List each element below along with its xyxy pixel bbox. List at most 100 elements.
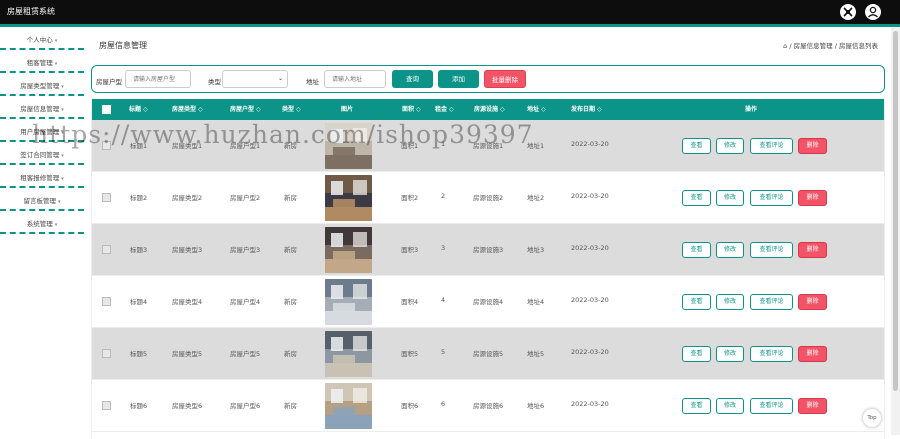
sidebar-item-system[interactable]: 系统管理 ▾ [0,214,84,234]
table-row[interactable]: 标题3 房屋类型3 房屋户型3 新房 面积3 3 房源设施3 地址3 2022-03-20 查看修… [92,224,884,276]
breadcrumb-separator: / [789,42,792,50]
delete-button[interactable]: 删除 [798,242,827,258]
edit-button[interactable]: 修改 [716,294,744,310]
delete-button[interactable]: 删除 [798,138,827,154]
house-photo[interactable] [325,123,372,169]
sidebar-item-user-houses[interactable]: 用户房屋管理 ▾ [0,122,84,142]
view-comments-button[interactable]: 查看评论 [750,346,793,362]
sidebar-item-label: 系统管理 [26,220,53,228]
add-button[interactable]: 添加 [438,70,479,88]
view-comments-button[interactable]: 查看评论 [750,242,793,258]
sidebar-item-profile[interactable]: 个人中心 ▾ [0,30,84,50]
back-to-top-button[interactable]: Top [862,408,882,428]
col-huxing[interactable]: 房屋户型 ◇ [230,99,261,120]
sidebar-item-house-info[interactable]: 房屋信息管理 ▾ [0,99,84,119]
cell-house-type: 房屋类型6 [172,402,203,410]
table-row[interactable]: 标题2 房屋类型2 房屋户型2 新房 面积2 2 房源设施2 地址2 2022-03-20 查看修… [92,172,884,224]
col-facility[interactable]: 房源设施 ◇ [474,99,505,120]
query-button[interactable]: 查询 [392,70,433,88]
cell-facility: 房源设施4 [473,298,504,306]
col-house-type[interactable]: 房屋类型 ◇ [172,99,203,120]
view-comments-button[interactable]: 查看评论 [750,190,793,206]
delete-button[interactable]: 删除 [798,190,827,206]
cell-huxing: 房屋户型1 [230,142,261,150]
view-button[interactable]: 查看 [682,294,711,310]
sidebar-item-contracts[interactable]: 签订合同管理 ▾ [0,145,84,165]
address-search-input[interactable] [324,70,386,88]
view-comments-button[interactable]: 查看评论 [750,398,793,414]
fullscreen-icon[interactable] [840,4,856,20]
view-button[interactable]: 查看 [682,190,711,206]
row-checkbox[interactable] [102,297,111,306]
huxing-label: 房屋户型 [96,78,122,86]
table-row[interactable]: 标题5 房屋类型5 房屋户型5 新房 面积5 5 房源设施5 地址5 2022-03-20 查看修… [92,328,884,380]
scroll-thumb[interactable] [893,31,898,391]
huxing-search-input[interactable] [125,70,191,88]
edit-button[interactable]: 修改 [716,398,744,414]
view-button[interactable]: 查看 [682,138,711,154]
cell-house-type: 房屋类型3 [172,246,203,254]
breadcrumb-item[interactable]: 房屋信息管理 [794,42,833,50]
edit-button[interactable]: 修改 [716,242,744,258]
cell-date: 2022-03-20 [571,296,609,304]
delete-button[interactable]: 删除 [798,346,827,362]
view-button[interactable]: 查看 [682,242,711,258]
vertical-scrollbar[interactable] [891,27,900,435]
house-photo[interactable] [325,331,372,377]
sidebar-item-label: 留言板管理 [23,197,56,205]
col-address[interactable]: 地址 ◇ [527,99,546,120]
cell-address: 地址2 [527,194,545,202]
cell-date: 2022-03-20 [571,140,609,148]
sidebar-item-repairs[interactable]: 租客报修管理 ▾ [0,168,84,188]
view-comments-button[interactable]: 查看评论 [750,294,793,310]
house-photo[interactable] [325,227,372,273]
row-checkbox[interactable] [102,349,111,358]
row-checkbox[interactable] [102,193,111,202]
col-area[interactable]: 面积 ◇ [402,99,421,120]
house-photo[interactable] [325,175,372,221]
delete-button[interactable]: 删除 [798,398,827,414]
cell-facility: 房源设施5 [473,350,504,358]
table-row[interactable]: 标题6 房屋类型6 房屋户型6 新房 面积6 6 房源设施6 地址6 2022-03-20 查看修… [92,380,884,432]
view-button[interactable]: 查看 [682,346,711,362]
edit-button[interactable]: 修改 [716,190,744,206]
main-content: 房屋信息管理 ⌂ / 房屋信息管理 / 房屋信息列表 房屋户型 类型 ⌄ 地址 … [88,27,888,439]
house-photo[interactable] [325,383,372,429]
breadcrumb: ⌂ / 房屋信息管理 / 房屋信息列表 [783,40,878,50]
house-photo[interactable] [325,279,372,325]
row-checkbox[interactable] [102,141,111,150]
row-checkbox[interactable] [102,245,111,254]
col-image: 图片 [341,106,354,113]
cell-area: 面积4 [401,298,419,306]
type-select[interactable]: ⌄ [222,70,288,88]
edit-button[interactable]: 修改 [716,138,744,154]
cell-date: 2022-03-20 [571,192,609,200]
table-header: 标题 ◇ 房屋类型 ◇ 房屋户型 ◇ 类型 ◇ 图片 面积 ◇ 租金 ◇ 房源设… [92,99,884,120]
cell-rent: 5 [441,348,446,356]
sidebar-item-message-board[interactable]: 留言板管理 ▾ [0,191,84,211]
home-icon[interactable]: ⌂ [783,42,787,50]
sidebar-item-label: 签订合同管理 [20,151,60,159]
sidebar-item-tenants[interactable]: 租客管理 ▾ [0,53,84,73]
col-title[interactable]: 标题 ◇ [129,99,148,120]
view-comments-button[interactable]: 查看评论 [750,138,793,154]
cell-date: 2022-03-20 [571,400,609,408]
cell-area: 面积2 [401,194,419,202]
table-row[interactable]: 标题4 房屋类型4 房屋户型4 新房 面积4 4 房源设施4 地址4 2022-03-20 查看修… [92,276,884,328]
delete-button[interactable]: 删除 [798,294,827,310]
row-checkbox[interactable] [102,401,111,410]
cell-huxing: 房屋户型5 [230,350,261,358]
cell-kind: 新房 [284,298,297,306]
cell-kind: 新房 [284,194,297,202]
edit-button[interactable]: 修改 [716,346,744,362]
batch-delete-button[interactable]: 批量删除 [484,70,526,88]
table-row[interactable]: 标题1 房屋类型1 房屋户型1 新房 面积1 1 房源设施1 地址1 2022-03-20 查看修… [92,120,884,172]
view-button[interactable]: 查看 [682,398,711,414]
cell-rent: 6 [441,400,446,408]
col-kind[interactable]: 类型 ◇ [282,99,301,120]
select-all-checkbox[interactable] [102,105,111,114]
sidebar-item-house-types[interactable]: 房屋类型管理 ▾ [0,76,84,96]
col-rent[interactable]: 租金 ◇ [435,99,454,120]
user-icon[interactable] [865,4,881,20]
col-date[interactable]: 发布日期 ◇ [571,99,602,120]
